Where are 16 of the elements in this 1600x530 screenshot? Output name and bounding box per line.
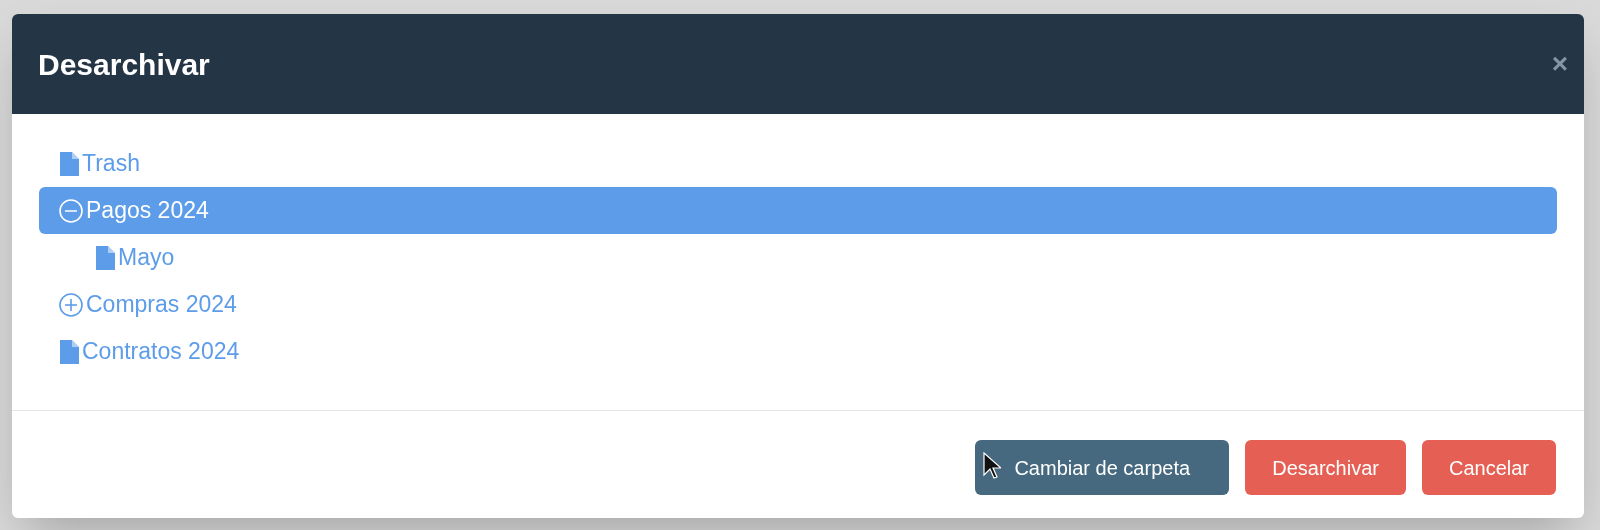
close-button[interactable]: × xyxy=(1551,50,1568,78)
tree-item[interactable]: Trash xyxy=(39,140,1557,187)
tree-item[interactable]: Mayo xyxy=(39,234,1557,281)
change-folder-button[interactable]: Cambiar de carpeta xyxy=(975,440,1230,495)
document-icon xyxy=(59,339,79,364)
expand-icon[interactable] xyxy=(59,292,83,317)
tree-item[interactable]: Compras 2024 xyxy=(39,281,1557,328)
dialog-title: Desarchivar xyxy=(38,46,210,83)
document-icon xyxy=(95,245,115,270)
tree-item[interactable]: Contratos 2024 xyxy=(39,328,1557,375)
dialog-button[interactable]: Desarchivar xyxy=(1245,440,1406,495)
cursor-icon xyxy=(983,452,1002,480)
document-icon xyxy=(59,151,79,176)
tree-item[interactable]: Pagos 2024 xyxy=(39,187,1557,234)
dialog-button[interactable]: Cancelar xyxy=(1421,440,1556,495)
collapse-icon[interactable] xyxy=(59,198,83,223)
